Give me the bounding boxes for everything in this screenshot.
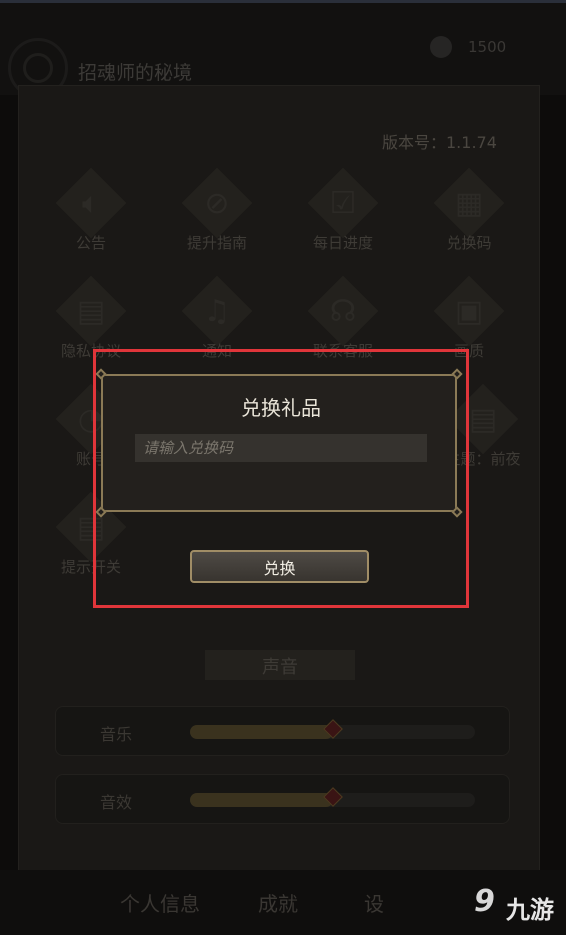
window-edge [0,0,566,3]
headset-icon: ☊ [329,294,357,329]
settings-item-redeem-code[interactable]: ▦ 兑换码 [412,167,522,276]
qr-code-icon: ▦ [454,186,484,221]
watermark-logo: 9 [474,884,495,919]
speaker-icon: 🔈︎ [82,186,100,221]
music-label: 音乐 [100,725,133,744]
tab-settings[interactable]: 设 [364,888,384,917]
effects-slider[interactable] [190,787,475,807]
top-bar: 招魂师的秘境 1500 [0,0,566,98]
settings-item-guide[interactable]: ⊘ 提升指南 [160,167,270,276]
effects-label: 音效 [100,793,133,812]
sound-title: 声音 [262,657,298,678]
watermark-text: 九游 [506,896,554,924]
emblem-ring [23,53,53,83]
music-slider[interactable] [190,719,475,739]
item-label: 兑换码 [446,234,492,252]
highlight-annotation [93,349,469,608]
compass-icon: ⊘ [204,186,230,221]
bell-icon: ♫ [203,294,231,329]
item-label: 每日进度 [312,234,373,252]
site-watermark: 9 九游 [474,882,566,926]
effects-slider-fill [190,793,333,807]
document-icon: ▤ [76,294,106,329]
calendar-check-icon: ☑ [329,186,357,221]
tab-achievements[interactable]: 成就 [258,888,298,917]
coin-icon [430,36,452,58]
app-title: 招魂师的秘境 [78,62,193,84]
music-volume-row: 音乐 [55,706,510,756]
settings-item-announcement[interactable]: 🔈︎ 公告 [34,167,144,276]
image-icon: ▣ [454,294,484,329]
effects-volume-row: 音效 [55,774,510,824]
item-label: 公告 [75,234,106,252]
sound-section-header: 声音 [205,650,355,680]
tab-profile[interactable]: 个人信息 [120,888,200,917]
settings-item-daily-progress[interactable]: ☑ 每日进度 [286,167,396,276]
item-label: 提升指南 [186,234,247,252]
version-label: 版本号：1.1.74 [382,133,497,152]
coin-count: 1500 [468,38,507,56]
music-slider-fill [190,725,333,739]
